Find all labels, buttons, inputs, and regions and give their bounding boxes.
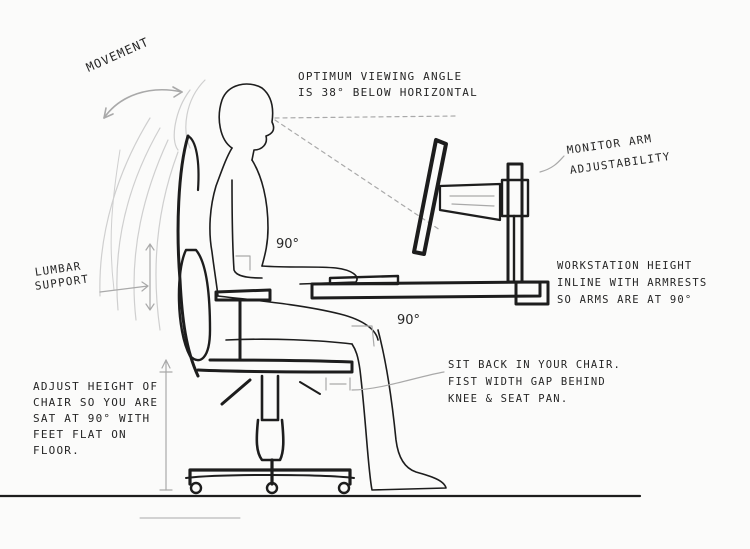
sit-back-label-line1: SIT BACK IN YOUR CHAIR.	[448, 359, 621, 371]
adjust-height-label-line2: CHAIR SO YOU ARE	[33, 396, 159, 409]
ergonomic-sketch: MOVEMENT OPTIMUM VIEWING ANGLE IS 38° BE…	[0, 0, 750, 549]
movement-ghost-backs	[99, 79, 206, 331]
workstation-height-label-line1: WORKSTATION HEIGHT	[557, 260, 693, 272]
adjust-height-label-line5: FLOOR.	[33, 444, 80, 457]
seated-person	[209, 83, 447, 491]
desk	[310, 274, 550, 306]
adjust-height-label-line3: SAT AT 90° WITH	[33, 412, 151, 425]
workstation-height-label-line3: SO ARMS ARE AT 90°	[557, 294, 693, 306]
movement-arc	[103, 86, 183, 119]
workstation-height-label-line2: INLINE WITH ARMRESTS	[557, 277, 708, 289]
sit-back-label-line2: FIST WIDTH GAP BEHIND	[448, 376, 606, 388]
monitor-with-arm	[412, 138, 530, 284]
sit-back-label-line3: KNEE & SEAT PAN.	[448, 393, 569, 405]
elbow-angle-label: 90°	[276, 237, 300, 252]
knee-angle-label: 90°	[397, 313, 421, 328]
office-chair	[176, 134, 355, 495]
adjust-height-label-line1: ADJUST HEIGHT OF	[33, 380, 159, 393]
adjust-height-label-line4: FEET FLAT ON	[33, 428, 127, 441]
viewing-angle-label-line1: OPTIMUM VIEWING ANGLE	[298, 70, 463, 83]
viewing-angle-label-line2: IS 38° BELOW HORIZONTAL	[298, 86, 478, 99]
